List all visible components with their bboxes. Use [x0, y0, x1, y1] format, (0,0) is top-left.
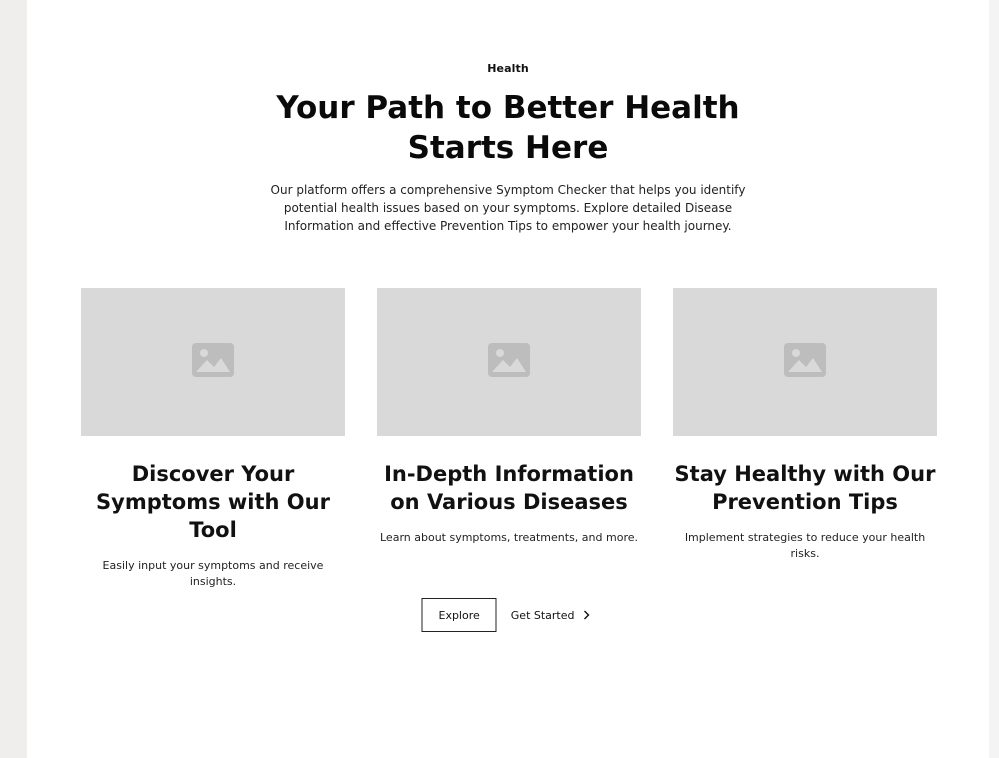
action-buttons: Explore Get Started: [421, 598, 594, 632]
content-panel: Health Your Path to Better Health Starts…: [27, 0, 989, 758]
image-placeholder-icon: [488, 343, 530, 381]
image-placeholder-icon: [784, 343, 826, 381]
section-tagline: Health: [487, 62, 529, 75]
card-title: Stay Healthy with Our Prevention Tips: [674, 462, 936, 514]
get-started-button[interactable]: Get Started: [507, 598, 595, 632]
explore-button[interactable]: Explore: [421, 598, 497, 632]
chevron-right-icon: [583, 610, 591, 620]
feature-card-symptoms: Discover Your Symptoms with Our Tool Eas…: [81, 288, 345, 590]
card-title: Discover Your Symptoms with Our Tool: [96, 462, 330, 542]
card-title: In-Depth Information on Various Diseases: [384, 462, 634, 514]
card-image-placeholder: [377, 288, 641, 436]
image-placeholder-icon: [192, 343, 234, 381]
card-description: Learn about symptoms, treatments, and mo…: [380, 531, 638, 544]
explore-button-label: Explore: [438, 608, 480, 622]
intro-paragraph: Our platform offers a comprehensive Symp…: [270, 183, 746, 233]
feature-card-prevention: Stay Healthy with Our Prevention Tips Im…: [673, 288, 937, 562]
page-title: Your Path to Better Health Starts Here: [276, 90, 740, 166]
card-description: Implement strategies to reduce your heal…: [684, 531, 926, 560]
card-description: Easily input your symptoms and receive i…: [102, 559, 324, 588]
page-edge: [989, 0, 999, 758]
card-image-placeholder: [81, 288, 345, 436]
card-image-placeholder: [673, 288, 937, 436]
get-started-label: Get Started: [510, 608, 575, 622]
feature-card-diseases: In-Depth Information on Various Diseases…: [377, 288, 641, 546]
